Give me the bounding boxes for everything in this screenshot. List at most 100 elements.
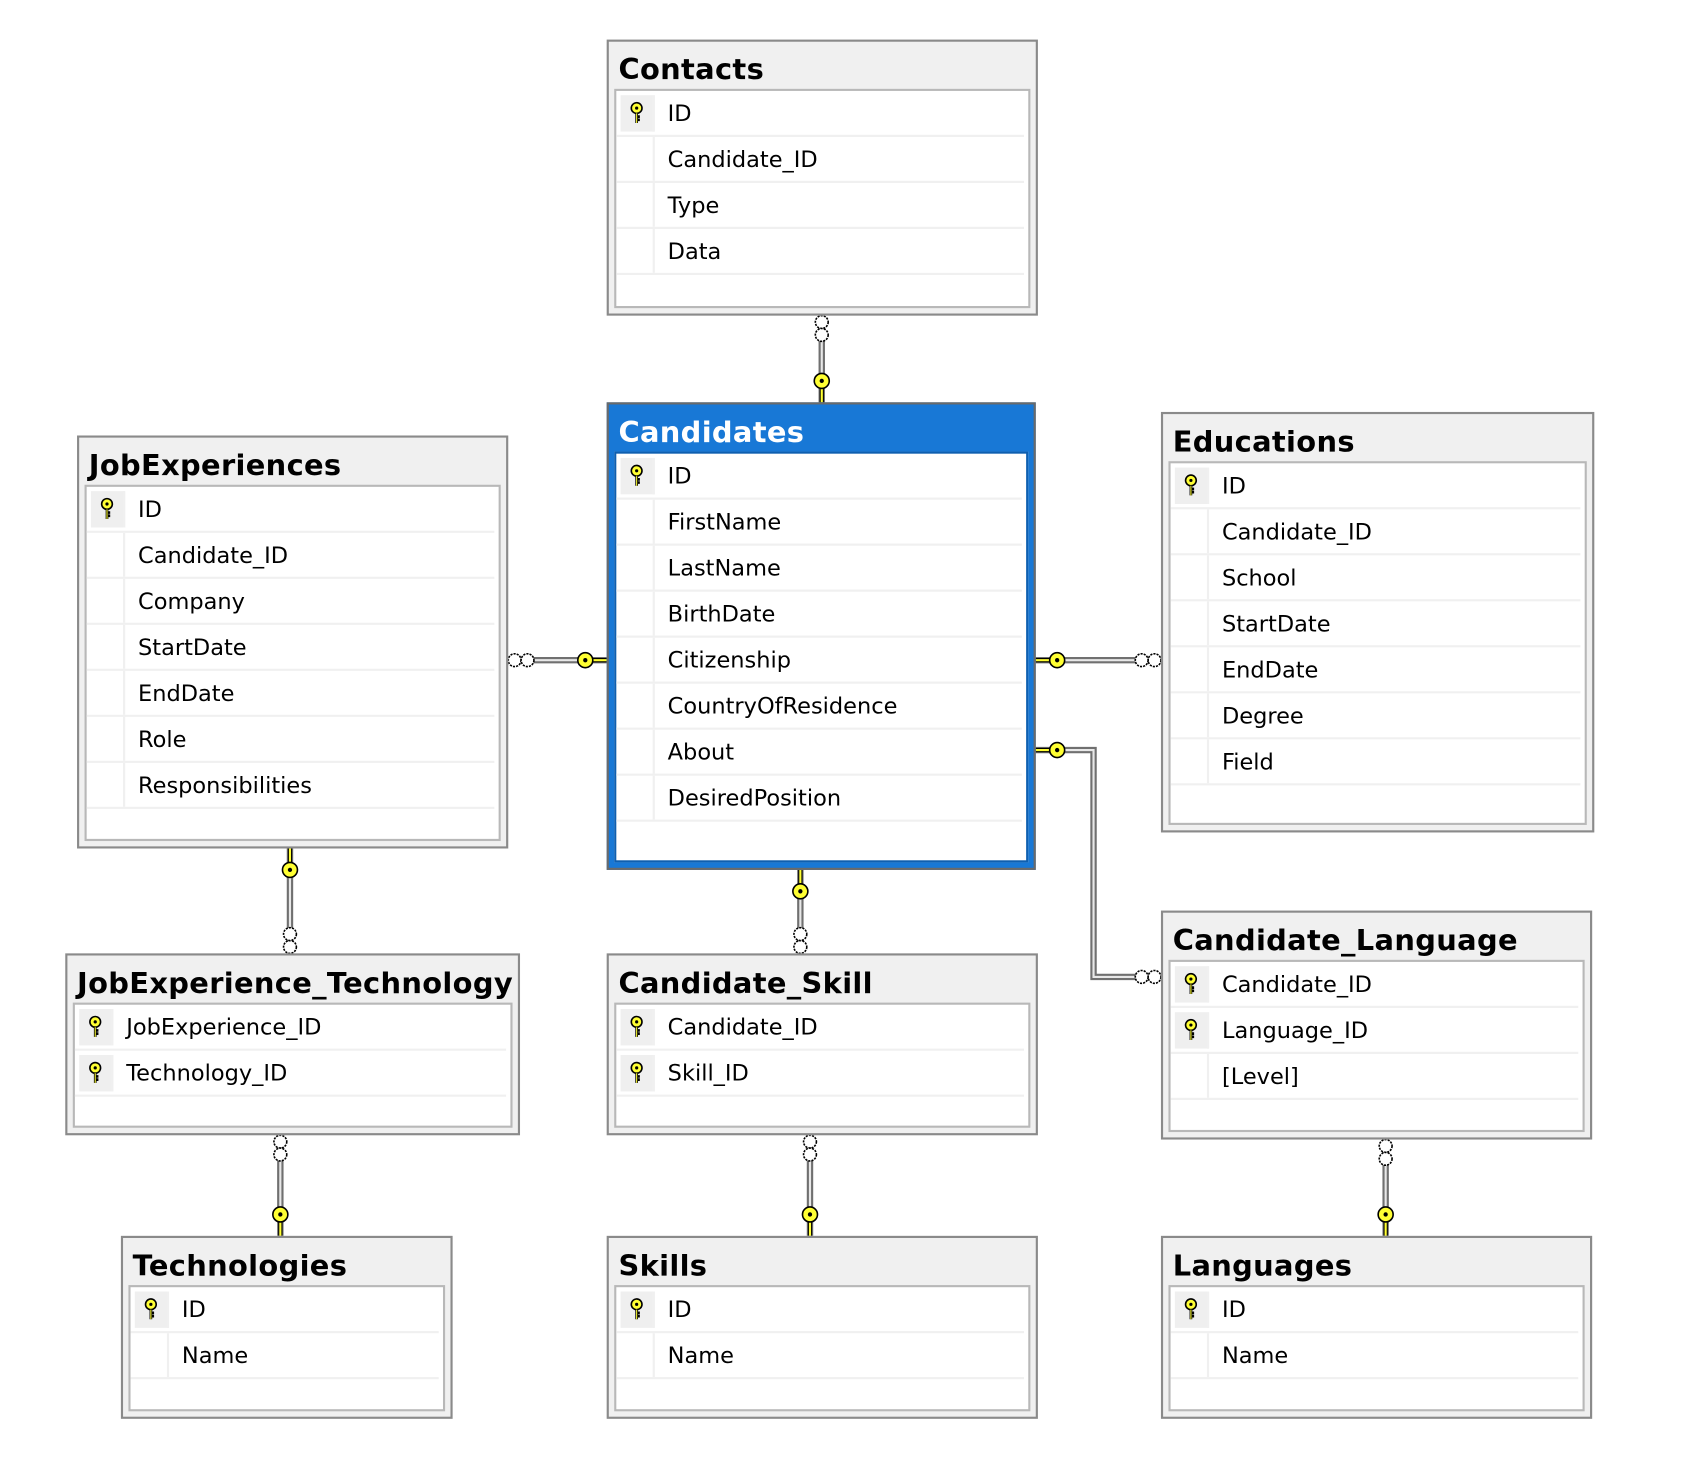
- relationship-line[interactable]: [1377, 1138, 1394, 1236]
- column-row[interactable]: ID: [616, 91, 1024, 137]
- relationship-line[interactable]: [801, 1134, 819, 1236]
- column-name: Name: [1221, 1342, 1289, 1368]
- table-candidates[interactable]: Candidates ID FirstName LastName BirthDate Ci…: [606, 402, 1036, 870]
- column-row[interactable]: Candidate_ID: [86, 532, 495, 579]
- primary-key-icon: [620, 1054, 655, 1091]
- primary-key-icon: [1174, 965, 1210, 1003]
- row-selector: [616, 136, 655, 181]
- column-row[interactable]: ID: [616, 1287, 1024, 1334]
- column-name: Candidate_ID: [138, 541, 289, 568]
- column-row[interactable]: [Level]: [1170, 1053, 1579, 1100]
- row-selector: [616, 182, 655, 227]
- key-endpoint-icon: [272, 1206, 289, 1236]
- table-educations[interactable]: Educations ID Candidate_ID School StartDate E…: [1160, 411, 1595, 833]
- row-selector: [1171, 601, 1210, 646]
- column-row[interactable]: Citizenship: [616, 637, 1022, 684]
- column-row[interactable]: Type: [616, 182, 1024, 229]
- infinity-endpoint-icon: [273, 1134, 288, 1162]
- table-contacts[interactable]: Contacts ID Candidate_ID Type Data: [606, 39, 1038, 316]
- column-row[interactable]: Company: [86, 578, 495, 625]
- table-title[interactable]: Candidates: [609, 404, 1034, 451]
- relationship-line[interactable]: [792, 869, 809, 955]
- column-row[interactable]: Candidate_ID: [616, 1005, 1024, 1051]
- column-row[interactable]: BirthDate: [616, 591, 1022, 638]
- column-row[interactable]: Field: [1170, 739, 1581, 786]
- column-list: ID Name: [128, 1285, 446, 1412]
- table-title[interactable]: Technologies: [123, 1238, 450, 1285]
- primary-key-icon: [620, 1008, 655, 1045]
- table-title[interactable]: Languages: [1163, 1238, 1590, 1285]
- table-title[interactable]: JobExperiences: [79, 438, 506, 485]
- table-candidate-language[interactable]: Candidate_Language Candidate_ID Language_I…: [1160, 910, 1593, 1140]
- column-row[interactable]: Candidate_ID: [1170, 509, 1581, 556]
- table-jobexperience-technology[interactable]: JobExperience_Technology JobExperience_ID…: [65, 953, 521, 1136]
- table-title[interactable]: Educations: [1163, 414, 1592, 461]
- column-row[interactable]: CountryOfResidence: [616, 683, 1022, 730]
- column-row[interactable]: ID: [616, 454, 1022, 500]
- column-name: LastName: [667, 554, 781, 581]
- column-row[interactable]: ID: [1170, 463, 1581, 510]
- column-row[interactable]: Skill_ID: [616, 1051, 1024, 1097]
- column-name: FirstName: [667, 508, 782, 535]
- column-row[interactable]: StartDate: [86, 624, 495, 671]
- row-selector: [1171, 509, 1210, 554]
- table-title[interactable]: Skills: [609, 1238, 1036, 1285]
- column-row[interactable]: Technology_ID: [74, 1051, 507, 1097]
- primary-key-icon: [79, 1054, 114, 1091]
- table-candidate-skill[interactable]: Candidate_Skill Candidate_ID Skill_ID: [606, 953, 1038, 1136]
- primary-key-icon: [1174, 1290, 1210, 1328]
- table-technologies[interactable]: Technologies ID Name: [120, 1235, 453, 1419]
- column-name: Responsibilities: [138, 772, 312, 798]
- column-row[interactable]: Role: [86, 716, 495, 763]
- column-name: Candidate_ID: [1221, 518, 1372, 545]
- column-row[interactable]: DesiredPosition: [616, 775, 1022, 822]
- table-languages[interactable]: Languages ID Name: [1160, 1235, 1593, 1419]
- relationship-line[interactable]: [507, 651, 607, 669]
- column-row[interactable]: LastName: [616, 545, 1022, 592]
- relationship-line[interactable]: [813, 314, 831, 403]
- column-row[interactable]: ID: [130, 1287, 439, 1334]
- key-endpoint-icon: [813, 372, 831, 403]
- row-selector: [1171, 555, 1210, 600]
- column-row[interactable]: Candidate_ID: [1170, 962, 1579, 1008]
- table-title[interactable]: JobExperience_Technology: [67, 956, 517, 1003]
- column-row[interactable]: About: [616, 729, 1022, 776]
- relationship-line[interactable]: [1035, 651, 1162, 669]
- column-row[interactable]: JobExperience_ID: [74, 1005, 507, 1051]
- column-row[interactable]: Responsibilities: [86, 762, 495, 809]
- primary-key-icon: [620, 94, 655, 132]
- column-name: ID: [138, 495, 162, 522]
- row-selector: [1171, 1333, 1210, 1378]
- relationship-line[interactable]: [1035, 741, 1162, 985]
- relationship-line[interactable]: [281, 848, 299, 955]
- column-row[interactable]: Data: [616, 228, 1024, 275]
- column-row[interactable]: FirstName: [616, 499, 1022, 546]
- row-selector: [616, 545, 655, 590]
- column-row[interactable]: EndDate: [1170, 647, 1581, 694]
- row-selector: [87, 624, 126, 669]
- relationship-line[interactable]: [272, 1134, 289, 1236]
- column-row[interactable]: ID: [1170, 1287, 1579, 1334]
- column-row[interactable]: EndDate: [86, 670, 495, 717]
- infinity-endpoint-icon: [507, 652, 535, 668]
- table-title[interactable]: Candidate_Language: [1163, 913, 1590, 960]
- column-row[interactable]: Name: [1170, 1333, 1579, 1380]
- column-row[interactable]: StartDate: [1170, 601, 1581, 648]
- column-row[interactable]: Degree: [1170, 693, 1581, 740]
- table-skills[interactable]: Skills ID Name: [606, 1235, 1038, 1419]
- row-selector: [87, 670, 126, 715]
- table-title[interactable]: Candidate_Skill: [609, 956, 1036, 1003]
- column-row[interactable]: Language_ID: [1170, 1008, 1579, 1054]
- column-name: DesiredPosition: [667, 784, 842, 811]
- table-jobexperiences[interactable]: JobExperiences ID Candidate_ID Company Start…: [77, 435, 509, 849]
- column-row[interactable]: Name: [616, 1333, 1024, 1380]
- key-endpoint-icon: [281, 848, 299, 879]
- infinity-endpoint-icon: [1378, 1138, 1393, 1167]
- row-selector: [1171, 1053, 1210, 1098]
- column-row[interactable]: Name: [130, 1333, 439, 1380]
- column-row[interactable]: ID: [86, 487, 495, 533]
- column-row[interactable]: Candidate_ID: [616, 136, 1024, 183]
- column-row[interactable]: School: [1170, 555, 1581, 602]
- table-title[interactable]: Contacts: [609, 42, 1036, 89]
- column-name: School: [1221, 564, 1297, 591]
